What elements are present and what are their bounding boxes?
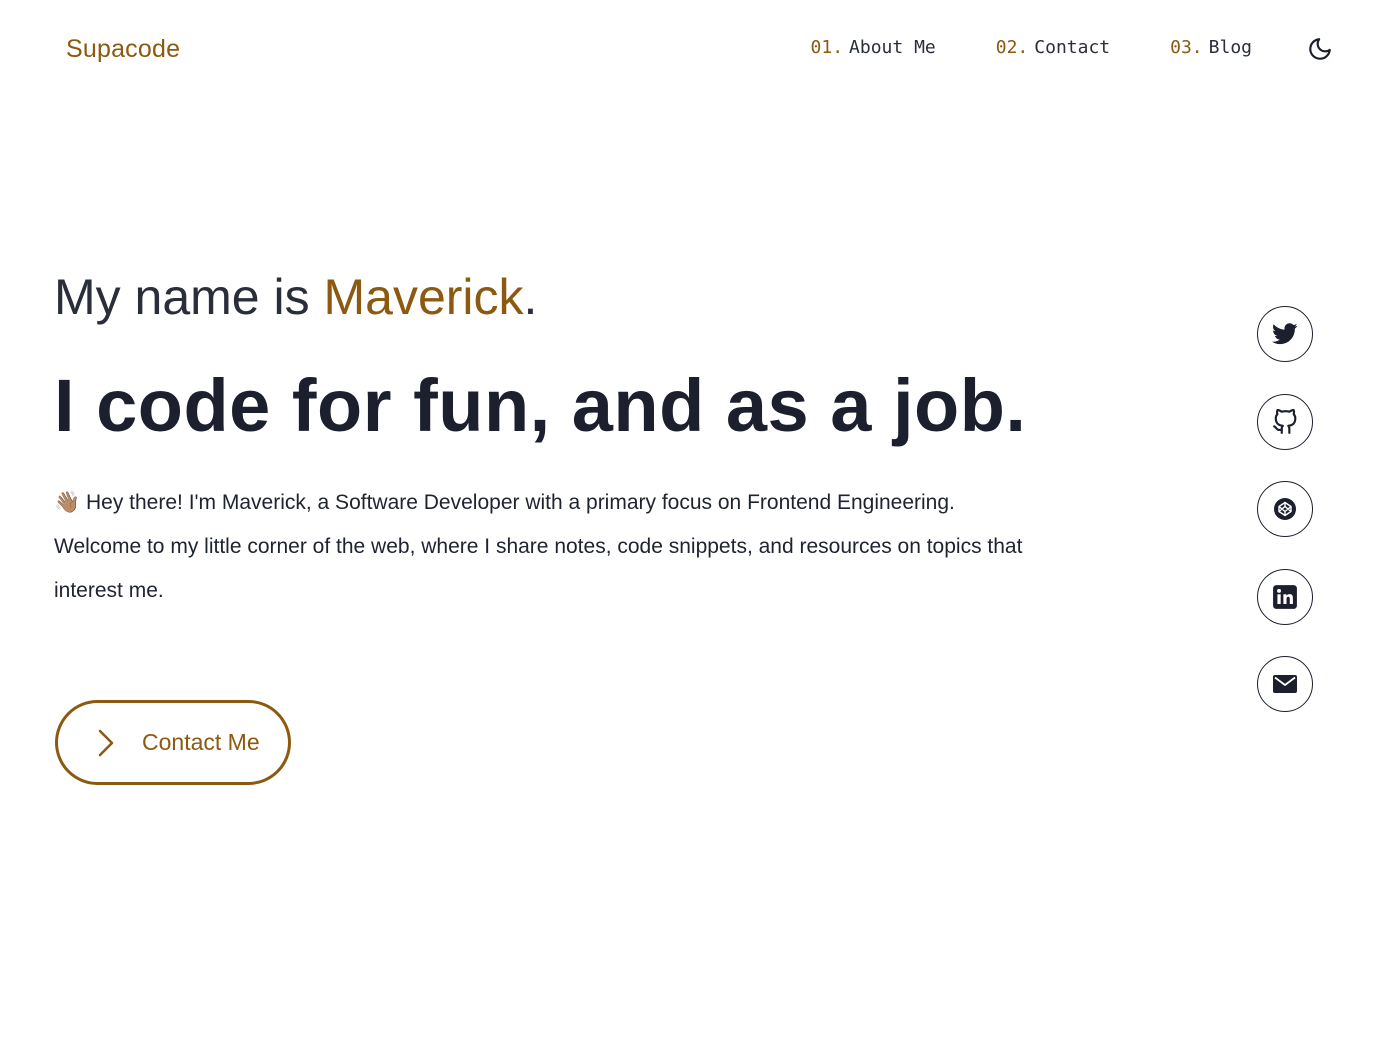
linkedin-icon [1273, 584, 1297, 609]
bio-paragraph: 👋🏽 Hey there! I'm Maverick, a Software D… [54, 491, 955, 514]
nav-number: 02. [995, 37, 1029, 58]
twitter-icon [1272, 323, 1298, 345]
theme-toggle-button[interactable] [1306, 35, 1334, 63]
codepen-icon [1274, 498, 1296, 520]
chevron-right-icon [94, 728, 118, 758]
moon-icon [1309, 38, 1331, 60]
social-email-button[interactable] [1257, 656, 1313, 712]
nav-label: Contact [1034, 37, 1111, 58]
hero-headline: I code for fun, and as a job. [54, 364, 1027, 447]
intro-suffix: . [523, 269, 538, 325]
contact-me-label: Contact Me [142, 729, 260, 755]
social-codepen-button[interactable] [1257, 481, 1313, 537]
contact-me-button[interactable]: Contact Me [55, 700, 291, 785]
github-icon [1273, 408, 1297, 434]
intro-line: My name is Maverick. [54, 266, 537, 328]
hero-name: Maverick [323, 269, 524, 325]
nav-number: 01. [810, 37, 844, 58]
nav-item-blog[interactable]: 03. Blog [1170, 36, 1252, 60]
intro-prefix: My name is [54, 269, 324, 325]
main-nav: 01. About Me 02. Contact 03. Blog [811, 36, 1252, 60]
nav-item-contact[interactable]: 02. Contact [996, 36, 1110, 60]
page: Supacode 01. About Me 02. Contact 03. Blog … [0, 0, 1400, 1050]
social-github-button[interactable] [1257, 393, 1313, 450]
nav-label: Blog [1208, 37, 1252, 58]
social-twitter-button[interactable] [1257, 306, 1313, 362]
social-linkedin-button[interactable] [1257, 568, 1313, 625]
bio-paragraph: Welcome to my little corner of the web, … [54, 535, 1023, 602]
mail-icon [1273, 675, 1297, 693]
site-logo[interactable]: Supacode [66, 35, 180, 64]
hero-bio: 👋🏽 Hey there! I'm Maverick, a Software D… [54, 481, 1029, 613]
nav-label: About Me [849, 37, 936, 58]
social-links [1257, 306, 1313, 712]
nav-number: 03. [1170, 37, 1203, 58]
nav-item-about-me[interactable]: 01. About Me [811, 36, 936, 60]
